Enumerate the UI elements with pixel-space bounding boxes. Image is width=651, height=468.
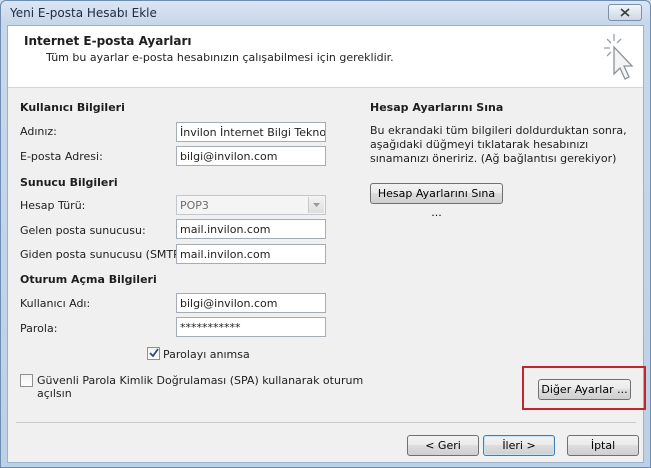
- password-field[interactable]: ***********: [176, 317, 326, 337]
- page-subtitle: Tüm bu ayarlar e-posta hesabınızın çalış…: [46, 51, 394, 64]
- name-label: Adınız:: [20, 125, 57, 138]
- cancel-button[interactable]: İptal: [567, 435, 639, 456]
- page-header: Internet E-posta Ayarları Tüm bu ayarlar…: [8, 26, 643, 88]
- outgoing-server-field[interactable]: mail.invilon.com: [176, 244, 326, 264]
- test-settings-heading: Hesap Ayarlarını Sına: [370, 101, 504, 114]
- test-settings-description: Bu ekrandaki tüm bilgileri doldurduktan …: [370, 124, 627, 165]
- server-info-heading: Sunucu Bilgileri: [20, 176, 118, 189]
- password-label: Parola:: [20, 322, 58, 335]
- next-button[interactable]: İleri >: [483, 435, 555, 456]
- back-button[interactable]: < Geri: [407, 435, 479, 456]
- test-account-settings-button[interactable]: Hesap Ayarlarını Sına ...: [370, 183, 503, 219]
- checkmark-icon: [149, 348, 159, 358]
- spa-label-line2[interactable]: açılsın: [37, 387, 72, 400]
- logon-info-heading: Oturum Açma Bilgileri: [20, 273, 157, 286]
- spa-checkbox[interactable]: [20, 374, 33, 387]
- more-settings-button[interactable]: Diğer Ayarlar ...: [538, 379, 631, 400]
- dialog-window: Yeni E-posta Hesabı Ekle Internet E-post…: [0, 0, 651, 468]
- close-icon: [620, 8, 630, 17]
- remember-password-label[interactable]: Parolayı anımsa: [163, 348, 250, 361]
- incoming-server-field[interactable]: mail.invilon.com: [176, 219, 326, 239]
- account-type-value: POP3: [180, 199, 209, 212]
- user-info-heading: Kullanıcı Bilgileri: [20, 101, 125, 114]
- footer-divider: [16, 422, 636, 423]
- dialog-client: Internet E-posta Ayarları Tüm bu ayarlar…: [7, 25, 646, 463]
- dropdown-arrow-icon: [308, 197, 324, 213]
- close-button[interactable]: [608, 4, 642, 21]
- name-field[interactable]: İnvilon İnternet Bilgi Teknolojil: [176, 122, 326, 142]
- account-type-select[interactable]: POP3: [176, 195, 326, 215]
- outgoing-server-label: Giden posta sunucusu (SMTP):: [20, 248, 188, 261]
- email-field[interactable]: bilgi@invilon.com: [176, 146, 326, 166]
- username-label: Kullanıcı Adı:: [20, 297, 91, 310]
- incoming-server-label: Gelen posta sunucusu:: [20, 224, 146, 237]
- email-label: E-posta Adresi:: [20, 150, 103, 163]
- title-bar: Yeni E-posta Hesabı Ekle: [1, 1, 650, 25]
- remember-password-checkbox[interactable]: [147, 347, 160, 360]
- window-title: Yeni E-posta Hesabı Ekle: [10, 6, 157, 20]
- account-type-label: Hesap Türü:: [20, 199, 86, 212]
- page-title: Internet E-posta Ayarları: [24, 34, 192, 48]
- cursor-sparkle-icon: [604, 34, 634, 80]
- spa-label-line1[interactable]: Güvenli Parola Kimlik Doğrulaması (SPA) …: [37, 374, 363, 387]
- username-field[interactable]: bilgi@invilon.com: [176, 293, 326, 313]
